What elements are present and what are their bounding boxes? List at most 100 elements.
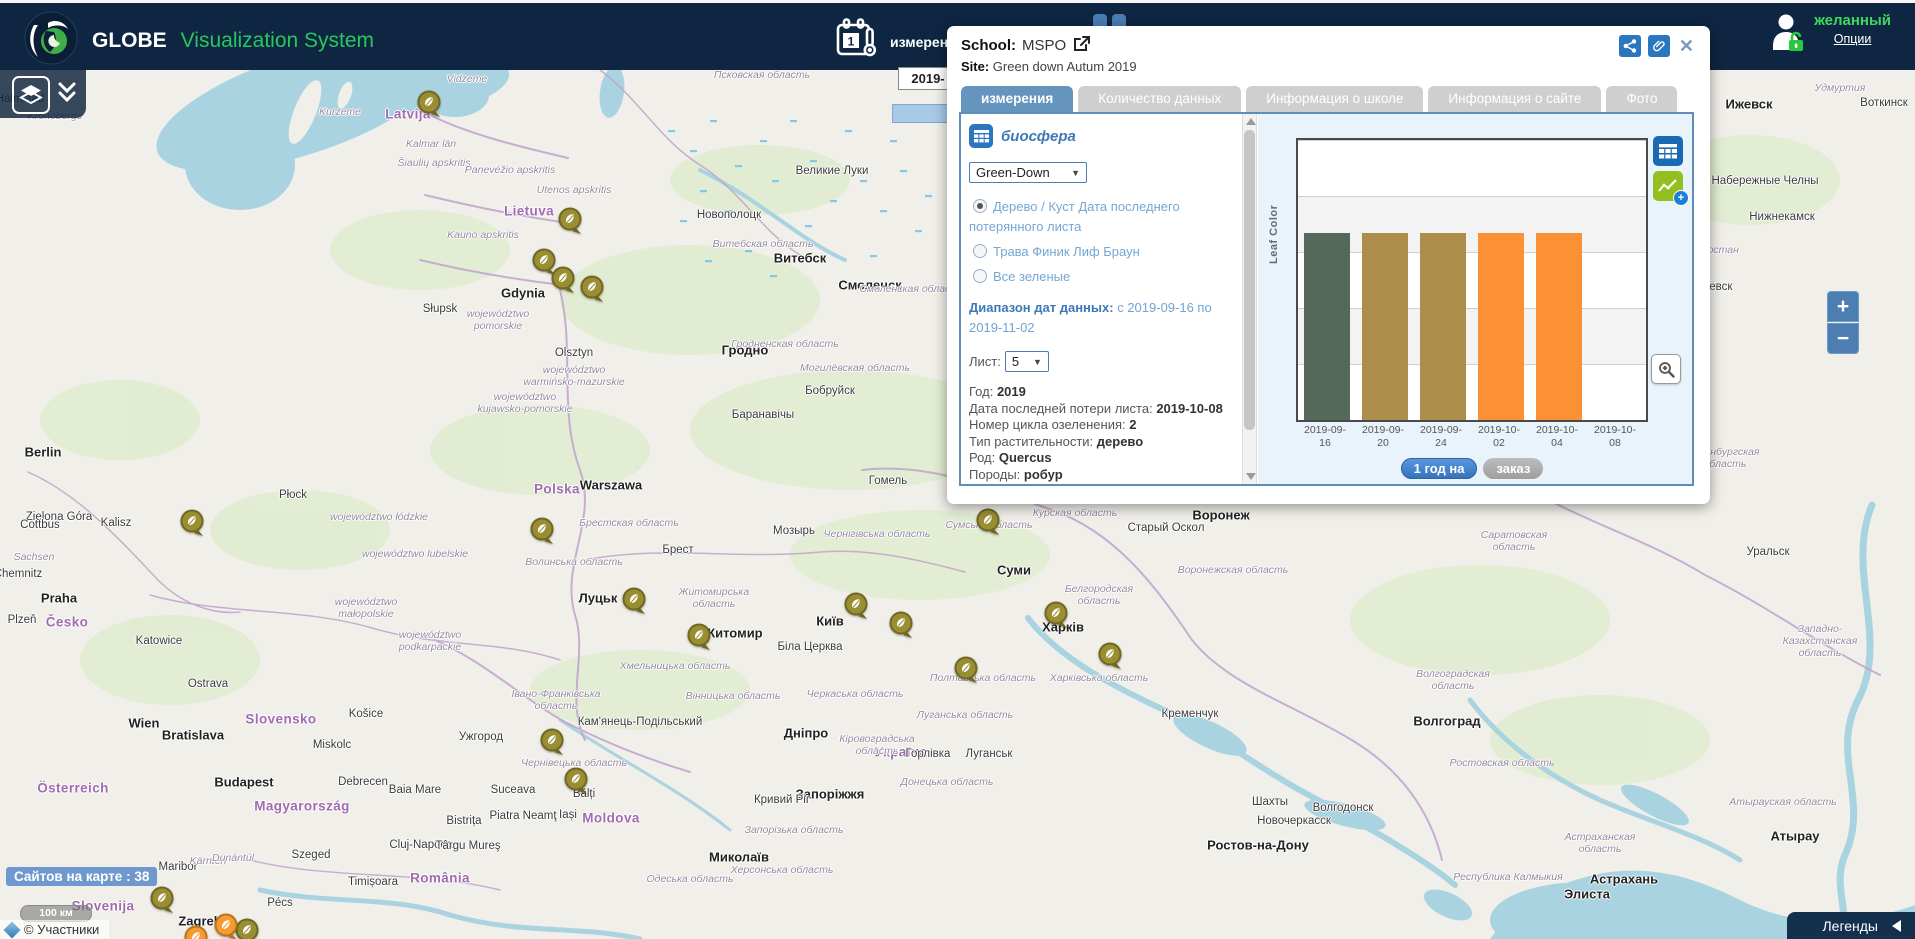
add-to-chart-icon[interactable]: + (1653, 171, 1683, 201)
site-marker-orange[interactable] (183, 925, 209, 939)
map-layers-panel (0, 70, 86, 118)
data-range: Диапазон дат данных: с 2019-09-16 по 201… (969, 298, 1234, 340)
site-popup: School: MSPO Site: Green down Autum 2019 (947, 26, 1710, 504)
measure-options: Дерево / Куст Дата последнего потерянног… (969, 197, 1234, 288)
x-tick-label: 2019-09-24 (1412, 424, 1470, 450)
x-tick-label: 2019-10-04 (1528, 424, 1586, 450)
map-zoom-control: + − (1827, 291, 1859, 354)
site-marker-olive[interactable] (557, 207, 583, 240)
x-tick-label: 2019-10-02 (1470, 424, 1528, 450)
bar-2019-10-02[interactable] (1478, 233, 1524, 420)
permalink-button[interactable] (1648, 35, 1670, 57)
data-table-icon[interactable] (1653, 136, 1683, 166)
site-marker-olive[interactable] (975, 508, 1001, 541)
radio-option[interactable]: Дерево / Куст Дата последнего потерянног… (969, 197, 1234, 237)
site-marker-orange[interactable] (213, 913, 239, 939)
measurement-panel: биосфера Green-Down ▼ Дерево / Куст Дата… (961, 114, 1242, 484)
dropdown-arrow-icon: ▼ (1033, 357, 1042, 367)
popup-school-row: School: MSPO (961, 35, 1091, 56)
site-marker-olive[interactable] (1097, 642, 1123, 675)
layers-button[interactable] (12, 76, 50, 114)
tab-Информация о сайте[interactable]: Информация о сайте (1428, 86, 1601, 112)
site-marker-olive[interactable] (179, 509, 205, 542)
tab-Фото[interactable]: Фото (1606, 86, 1677, 112)
user-lock-icon[interactable] (1770, 12, 1806, 59)
username: желанный (1814, 12, 1891, 29)
open-school-icon[interactable] (1072, 35, 1091, 56)
site-marker-olive[interactable] (416, 90, 442, 123)
svg-text:1: 1 (848, 35, 855, 49)
calendar-thermometer-icon: 1 (834, 17, 880, 66)
tab-bar: измеренияКоличество данныхИнформация о ш… (961, 86, 1677, 112)
legend-toggle-button[interactable]: Легенды (1787, 912, 1915, 939)
site-marker-olive[interactable] (621, 587, 647, 620)
detail-line: Дата последней потери листа: 2019-10-08 (969, 401, 1234, 418)
app: LatvijaLietuvaPolskaČeskoSlovenskoMagyar… (0, 0, 1915, 939)
protocol-select[interactable]: Green-Down ▼ (969, 162, 1087, 183)
detail-line: Номер цикла озеленения: 2 (969, 417, 1234, 434)
data-range-label: Диапазон дат данных: (969, 300, 1114, 315)
scroll-down-arrow-icon[interactable] (1246, 473, 1256, 480)
tab-Информация о школе[interactable]: Информация о школе (1246, 86, 1423, 112)
biosphere-table-icon[interactable] (969, 124, 993, 148)
brand-subtitle: Visualization System (181, 29, 374, 53)
measurements-date-widget[interactable]: 1 измерения (834, 17, 965, 66)
legend-collapse-icon (1892, 920, 1901, 932)
scroll-up-arrow-icon[interactable] (1246, 118, 1256, 125)
tab-Количество данных[interactable]: Количество данных (1078, 86, 1241, 112)
bar-2019-09-16[interactable] (1304, 233, 1350, 420)
site-marker-olive[interactable] (539, 728, 565, 761)
chart-panel: Leaf Color 2019-09-162019-09-202019-09-2… (1258, 114, 1692, 484)
map-attribution: © Участники (0, 920, 109, 939)
leaf-select[interactable]: 5 ▼ (1005, 351, 1049, 372)
site-marker-olive[interactable] (843, 592, 869, 625)
detail-line: Породы: робур (969, 467, 1234, 484)
bar-2019-10-04[interactable] (1536, 233, 1582, 420)
detail-line: Род: Quercus (969, 450, 1234, 467)
site-marker-olive[interactable] (149, 886, 175, 919)
layers-icon (19, 83, 43, 107)
panel-scrollbar[interactable] (1242, 114, 1257, 484)
radio-option[interactable]: Трава Финик Лиф Браун (969, 242, 1234, 262)
detail-line: Год: 2019 (969, 384, 1234, 401)
site-marker-olive[interactable] (1043, 601, 1069, 634)
leaf-value: 5 (1012, 354, 1019, 369)
x-tick-label: 2019-09-16 (1296, 424, 1354, 450)
popup-content: биосфера Green-Down ▼ Дерево / Куст Дата… (959, 112, 1694, 486)
one-year-button[interactable]: 1 год на (1401, 458, 1478, 479)
sites-count-badge: Сайтов на карте : 38 (6, 867, 157, 886)
site-marker-olive[interactable] (579, 275, 605, 308)
scrollbar-thumb[interactable] (1244, 130, 1255, 430)
radio-option[interactable]: Все зеленые (969, 267, 1234, 287)
x-tick-label: 2019-09-20 (1354, 424, 1412, 450)
radio-icon[interactable] (973, 199, 987, 213)
brand-title: GLOBE (92, 29, 167, 53)
zoom-out-button[interactable]: − (1827, 323, 1859, 354)
site-marker-olive[interactable] (529, 517, 555, 550)
custom-range-button[interactable]: заказ (1483, 458, 1543, 479)
site-marker-olive[interactable] (686, 623, 712, 656)
share-button[interactable] (1619, 35, 1641, 57)
radio-icon[interactable] (973, 269, 987, 283)
site-marker-olive[interactable] (888, 611, 914, 644)
osm-logo-icon (4, 921, 21, 938)
options-link[interactable]: Опции (1834, 32, 1872, 46)
site-value: Green down Autum 2019 (993, 59, 1137, 74)
tab-измерения[interactable]: измерения (961, 86, 1073, 112)
radio-icon[interactable] (973, 244, 987, 258)
zoom-in-button[interactable]: + (1827, 291, 1859, 322)
site-marker-olive[interactable] (563, 767, 589, 800)
site-marker-olive[interactable] (550, 266, 576, 299)
protocol-value: Green-Down (976, 165, 1050, 180)
collapse-chevron-button[interactable] (56, 80, 78, 111)
bar-2019-09-20[interactable] (1362, 233, 1408, 420)
chart-x-axis: 2019-09-162019-09-202019-09-242019-10-02… (1296, 424, 1648, 454)
bar-2019-09-24[interactable] (1420, 233, 1466, 420)
bar-chart (1296, 138, 1648, 422)
site-marker-olive[interactable] (953, 656, 979, 689)
chart-zoom-button[interactable] (1651, 354, 1681, 384)
popup-site-row: Site: Green down Autum 2019 (961, 59, 1137, 74)
close-popup-button[interactable]: ✕ (1677, 36, 1696, 57)
attribution-text[interactable]: © Участники (24, 922, 99, 937)
detail-line: Тип растительности: дерево (969, 434, 1234, 451)
